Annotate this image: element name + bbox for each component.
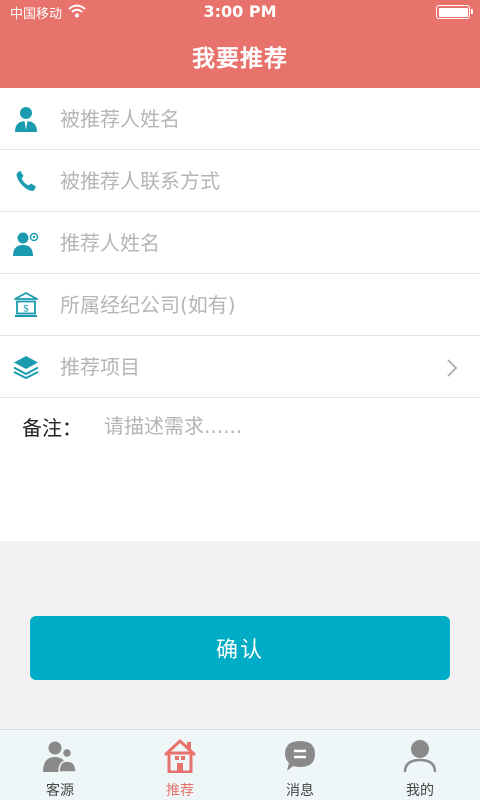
referee-name-input[interactable] [60,106,420,131]
tab-profile-label: 我的 [406,783,434,799]
referee-contact-row[interactable] [0,150,480,212]
referee-name-row[interactable] [0,88,480,150]
battery-icon [436,5,473,19]
message-icon [282,738,318,774]
referrer-name-input[interactable] [60,230,420,255]
project-row[interactable] [0,336,480,398]
tab-recommend[interactable]: 推荐 [120,730,240,800]
status-bar: 中国移动 3:00 PM [0,0,480,24]
remark-section: 备注： [0,398,480,538]
phone-icon [12,167,40,195]
agency-row[interactable]: $ [0,274,480,336]
layers-icon [12,353,40,381]
confirm-button[interactable]: 确认 [30,616,450,680]
remark-label: 备注： [22,416,82,440]
svg-text:$: $ [23,303,29,314]
agency-input[interactable] [60,292,420,317]
page-title: 我要推荐 [192,46,288,72]
tab-clients[interactable]: 客源 [0,730,120,800]
profile-icon [402,738,438,774]
project-select[interactable] [60,354,420,379]
referee-contact-input[interactable] [60,168,420,193]
referral-form: $ 备注： [0,88,480,541]
person-badge-icon [12,229,40,257]
person-icon [12,105,40,133]
tab-profile[interactable]: 我的 [360,730,480,800]
nav-bar: 我要推荐 [0,24,480,88]
chevron-right-icon [446,358,458,382]
tab-clients-label: 客源 [46,783,74,799]
tab-recommend-label: 推荐 [166,783,194,799]
tab-messages[interactable]: 消息 [240,730,360,800]
tab-messages-label: 消息 [286,783,314,799]
referrer-name-row[interactable] [0,212,480,274]
status-time: 3:00 PM [203,2,277,21]
clients-icon [42,738,78,774]
bank-icon: $ [12,291,40,319]
remark-input[interactable] [104,410,454,520]
tab-bar: 客源 推荐 消息 我的 [0,729,480,800]
home-icon [162,738,198,774]
